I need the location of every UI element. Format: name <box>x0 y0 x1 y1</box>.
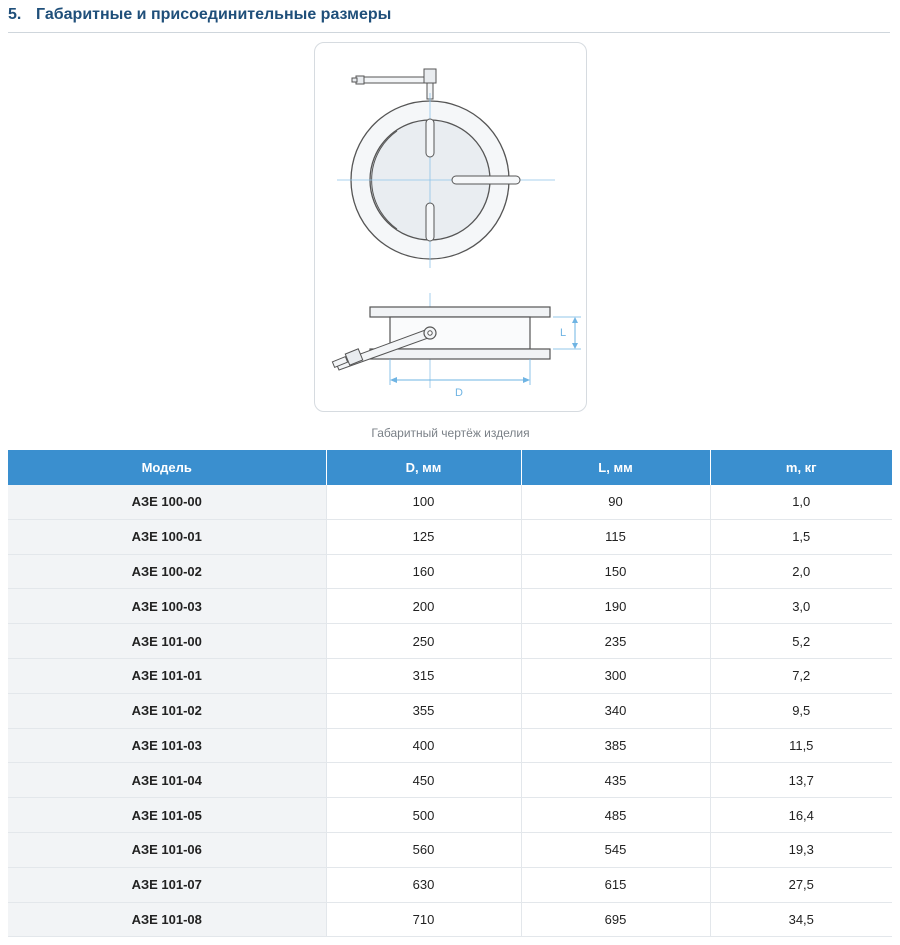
header-length: L, мм <box>521 450 711 485</box>
cell-diameter: 630 <box>326 867 522 903</box>
cell-diameter: 355 <box>326 693 522 729</box>
lever-pivot-hole <box>427 330 433 336</box>
cell-length: 190 <box>521 588 711 625</box>
dimension-drawing: L D <box>314 42 587 412</box>
cell-model: АЗЕ 101-07 <box>8 867 327 903</box>
cell-length: 150 <box>521 554 711 590</box>
cell-length: 300 <box>521 658 711 694</box>
cell-model: АЗЕ 101-08 <box>8 902 327 938</box>
horizontal-slot <box>451 175 521 185</box>
table-row: АЗЕ 100-01 125 115 1,5 <box>8 519 892 555</box>
section-title: Габаритные и присоединительные размеры <box>36 6 392 23</box>
cell-model: АЗЕ 100-01 <box>8 519 327 555</box>
l-arrow-bottom <box>572 343 578 349</box>
dimension-drawing-svg: L D <box>331 68 581 399</box>
top-flange <box>369 306 551 318</box>
cell-diameter: 160 <box>326 554 522 590</box>
table-row: АЗЕ 100-03 200 190 3,0 <box>8 588 892 625</box>
cell-length: 385 <box>521 728 711 764</box>
cell-model: АЗЕ 101-04 <box>8 762 327 799</box>
cell-diameter: 100 <box>326 485 522 520</box>
cell-diameter: 710 <box>326 902 522 938</box>
cell-length: 485 <box>521 797 711 833</box>
table-row: АЗЕ 100-02 160 150 2,0 <box>8 554 892 590</box>
table-row: АЗЕ 101-07 630 615 27,5 <box>8 867 892 903</box>
cell-diameter: 450 <box>326 762 522 799</box>
cell-mass: 1,5 <box>710 519 892 555</box>
cell-mass: 19,3 <box>710 832 892 868</box>
table-row: АЗЕ 101-03 400 385 11,5 <box>8 728 892 764</box>
cell-diameter: 500 <box>326 797 522 833</box>
section-header: 5. Габаритные и присоединительные размер… <box>8 5 890 33</box>
table-row: АЗЕ 100-00 100 90 1,0 <box>8 485 892 520</box>
rod-bracket <box>423 68 437 84</box>
dimensions-table: Модель D, мм L, мм m, кг АЗЕ 100-00 100 90… <box>8 450 892 938</box>
cell-mass: 9,5 <box>710 693 892 729</box>
cell-mass: 13,7 <box>710 762 892 799</box>
table-row: АЗЕ 101-01 315 300 7,2 <box>8 658 892 694</box>
header-mass: m, кг <box>710 450 892 485</box>
cell-mass: 5,2 <box>710 623 892 659</box>
header-diameter: D, мм <box>326 450 522 485</box>
cell-model: АЗЕ 101-03 <box>8 728 327 764</box>
cell-diameter: 250 <box>326 623 522 659</box>
cell-diameter: 560 <box>326 832 522 868</box>
table-row: АЗЕ 101-08 710 695 34,5 <box>8 902 892 938</box>
table-row: АЗЕ 101-02 355 340 9,5 <box>8 693 892 729</box>
cell-length: 90 <box>521 485 711 520</box>
table-row: АЗЕ 101-06 560 545 19,3 <box>8 832 892 868</box>
cell-diameter: 200 <box>326 588 522 625</box>
dimension-l-label: L <box>560 327 566 339</box>
cell-mass: 34,5 <box>710 902 892 938</box>
cell-diameter: 125 <box>326 519 522 555</box>
cell-diameter: 315 <box>326 658 522 694</box>
cell-mass: 7,2 <box>710 658 892 694</box>
table-row: АЗЕ 101-04 450 435 13,7 <box>8 762 892 799</box>
drawing-caption: Габаритный чертёж изделия <box>371 426 530 440</box>
front-view <box>337 68 555 268</box>
lower-slot <box>425 202 435 242</box>
cell-length: 695 <box>521 902 711 938</box>
cell-length: 235 <box>521 623 711 659</box>
upper-slot <box>425 118 435 158</box>
d-arrow-right <box>523 377 530 383</box>
cell-model: АЗЕ 100-02 <box>8 554 327 590</box>
cell-mass: 3,0 <box>710 588 892 625</box>
cell-mass: 27,5 <box>710 867 892 903</box>
cell-model: АЗЕ 101-06 <box>8 832 327 868</box>
side-view: L D <box>331 293 581 399</box>
bottom-flange <box>369 348 551 360</box>
cell-model: АЗЕ 101-05 <box>8 797 327 833</box>
cell-model: АЗЕ 100-03 <box>8 588 327 625</box>
section-number: 5. <box>8 6 22 23</box>
cell-length: 340 <box>521 693 711 729</box>
dimension-d-label: D <box>455 387 463 399</box>
table-header-row: Модель D, мм L, мм m, кг <box>8 450 892 485</box>
table-row: АЗЕ 101-00 250 235 5,2 <box>8 623 892 659</box>
cell-model: АЗЕ 100-00 <box>8 485 327 520</box>
cell-mass: 2,0 <box>710 554 892 590</box>
cell-mass: 1,0 <box>710 485 892 520</box>
header-model: Модель <box>8 450 327 485</box>
cell-diameter: 400 <box>326 728 522 764</box>
table-row: АЗЕ 101-05 500 485 16,4 <box>8 797 892 833</box>
rod-tip <box>351 77 358 83</box>
l-arrow-top <box>572 317 578 323</box>
rod <box>363 76 427 84</box>
cell-mass: 11,5 <box>710 728 892 764</box>
cell-mass: 16,4 <box>710 797 892 833</box>
cell-model: АЗЕ 101-02 <box>8 693 327 729</box>
cell-model: АЗЕ 101-00 <box>8 623 327 659</box>
cell-length: 615 <box>521 867 711 903</box>
cell-length: 115 <box>521 519 711 555</box>
cell-model: АЗЕ 101-01 <box>8 658 327 694</box>
cell-length: 435 <box>521 762 711 799</box>
cell-length: 545 <box>521 832 711 868</box>
d-arrow-left <box>390 377 397 383</box>
